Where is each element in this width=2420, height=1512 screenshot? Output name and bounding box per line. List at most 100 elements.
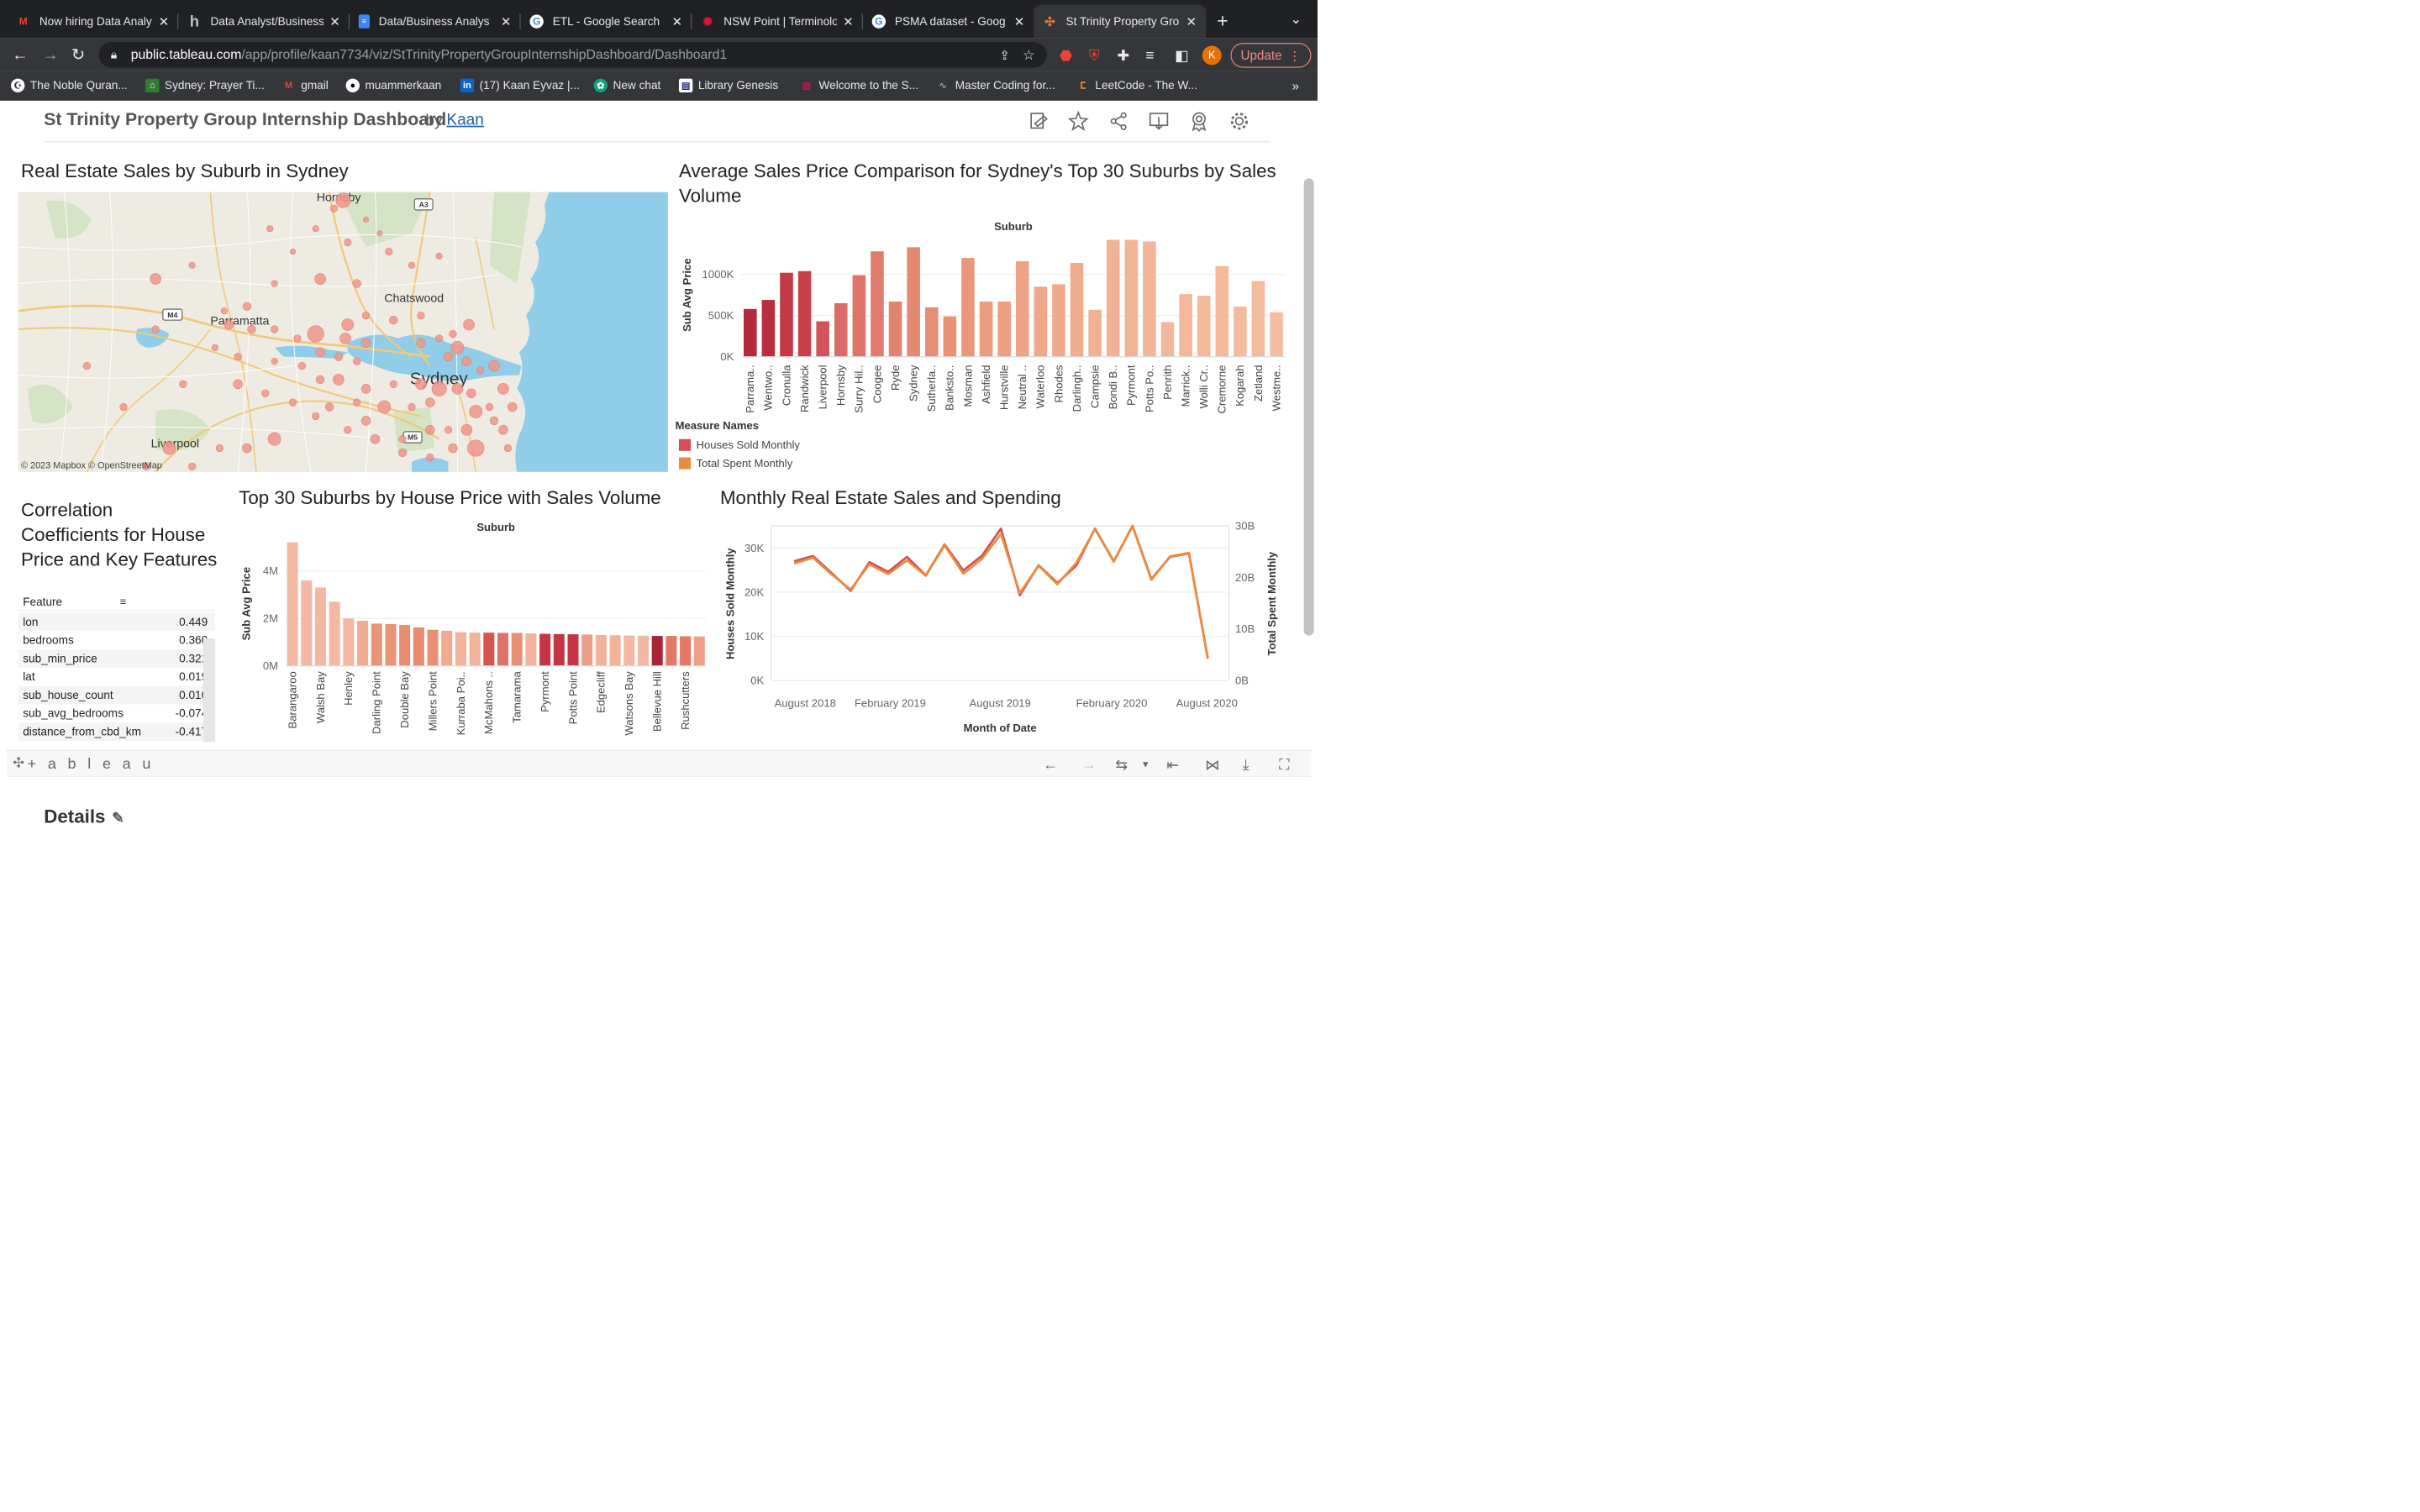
suburb-bubble[interactable] <box>242 302 252 311</box>
suburb-bubble[interactable] <box>266 225 274 233</box>
close-icon[interactable]: ✕ <box>843 14 854 29</box>
suburb-bubble[interactable] <box>233 379 243 390</box>
browser-tab[interactable]: ✺ NSW Point | Terminolo ✕ <box>692 4 863 38</box>
suburb-bubble[interactable] <box>271 358 278 365</box>
suburb-bubble[interactable] <box>463 318 475 331</box>
bar[interactable] <box>497 633 509 666</box>
browser-tab-active[interactable]: ✣ St Trinity Property Gro ✕ <box>1034 4 1207 39</box>
bar[interactable] <box>961 258 975 357</box>
bar[interactable] <box>314 587 326 666</box>
bar[interactable] <box>1070 262 1084 357</box>
suburb-bubble[interactable] <box>247 324 256 334</box>
bar[interactable] <box>427 629 439 666</box>
suburb-bubble[interactable] <box>408 261 416 269</box>
suburb-bubble[interactable] <box>443 351 454 362</box>
bar[interactable] <box>797 270 812 357</box>
suburb-bubble[interactable] <box>353 357 361 365</box>
close-icon[interactable]: ✕ <box>159 14 170 29</box>
bar[interactable] <box>329 601 340 666</box>
suburb-bubble[interactable] <box>267 432 281 446</box>
bookmark-item[interactable]: ☪ The Noble Quran... <box>11 78 128 92</box>
bar[interactable] <box>1034 286 1048 357</box>
suburb-bubble[interactable] <box>417 312 425 320</box>
address-bar[interactable]: 🔒︎ public.tableau.com/app/profile/kaan77… <box>98 42 1047 68</box>
bar[interactable] <box>761 300 776 357</box>
bar[interactable] <box>357 620 369 666</box>
suburb-bubble[interactable] <box>314 273 326 285</box>
suburb-bubble[interactable] <box>398 435 407 444</box>
suburb-bubble[interactable] <box>363 216 370 223</box>
bar[interactable] <box>483 633 495 666</box>
table-row[interactable]: sub_house_count 0.010 <box>18 685 215 705</box>
bar[interactable] <box>680 636 692 666</box>
bar[interactable] <box>581 634 593 666</box>
browser-tab[interactable]: h Data Analyst/Business ✕ <box>178 4 350 38</box>
avg-price-chart[interactable]: Suburb 0K 500K 1000K Sub Avg Price Parrama.. W… <box>672 215 1290 475</box>
suburb-bubble[interactable] <box>397 448 408 458</box>
fullscreen-icon[interactable]: ⛶ <box>1279 756 1289 774</box>
suburb-bubble[interactable] <box>333 374 345 386</box>
bookmark-item[interactable]: ▤ Library Genesis <box>678 78 778 92</box>
suburb-bubble[interactable] <box>151 325 160 333</box>
bar[interactable] <box>1124 239 1139 357</box>
update-button[interactable]: Update ⋮ <box>1230 43 1312 68</box>
suburb-bubble[interactable] <box>234 353 242 361</box>
suburb-bubble[interactable] <box>503 444 512 453</box>
bar[interactable] <box>567 634 579 666</box>
suburb-bubble[interactable] <box>211 344 218 351</box>
bar[interactable] <box>693 636 705 666</box>
first-icon[interactable]: ⇤ <box>1166 756 1179 774</box>
chevron-down-icon[interactable]: ⌄ <box>1290 11 1302 27</box>
suburb-bubble[interactable] <box>385 247 393 256</box>
suburb-bubble[interactable] <box>466 388 476 398</box>
suburb-bubble[interactable] <box>188 462 197 470</box>
bar[interactable] <box>816 321 829 357</box>
top30-chart[interactable]: Suburb 0M 2M 4M Sub Avg Price Barangaroo Walsh… <box>238 517 713 745</box>
legend-swatch[interactable] <box>678 438 692 451</box>
bar[interactable] <box>637 635 650 666</box>
bar[interactable] <box>1215 265 1229 357</box>
suburb-bubble[interactable] <box>242 443 252 454</box>
close-icon[interactable]: ✕ <box>672 14 683 29</box>
star-icon[interactable] <box>1067 110 1089 132</box>
suburb-bubble[interactable] <box>416 338 426 349</box>
bar[interactable] <box>609 635 621 666</box>
bar[interactable] <box>1143 241 1156 357</box>
share-icon[interactable]: ⇪ <box>999 47 1010 62</box>
author-link[interactable]: Kaan <box>446 111 484 129</box>
browser-tab[interactable]: G PSMA dataset - Goog ✕ <box>863 4 1034 38</box>
suburb-bubble[interactable] <box>425 397 435 407</box>
corr-scrollbar[interactable] <box>203 638 215 743</box>
adblock-icon[interactable]: ⬣ <box>1060 47 1072 65</box>
bar[interactable] <box>834 302 848 357</box>
suburb-bubble[interactable] <box>150 273 161 285</box>
suburb-bubble[interactable] <box>315 375 325 385</box>
suburb-bubble[interactable] <box>449 329 457 339</box>
suburb-bubble[interactable] <box>435 334 444 343</box>
bar[interactable] <box>1052 284 1065 357</box>
suburb-bubble[interactable] <box>289 248 296 255</box>
bar[interactable] <box>511 633 523 666</box>
bar[interactable] <box>539 633 551 666</box>
sidepanel-icon[interactable]: ◧ <box>1175 47 1188 65</box>
suburb-bubble[interactable] <box>476 366 485 375</box>
download-icon[interactable]: ⤓ <box>1243 756 1249 774</box>
bookmark-item[interactable]: ∿ Master Coding for... <box>936 79 1055 92</box>
suburb-bubble[interactable] <box>488 360 500 372</box>
suburb-bubble[interactable] <box>188 261 196 269</box>
monthly-chart[interactable]: 0K 10K 20K 30K 0B 10B 20B 30B Houses Sold Monthl… <box>717 517 1307 736</box>
bar[interactable] <box>997 302 1011 357</box>
new-tab-icon[interactable]: + <box>1217 10 1228 32</box>
bar[interactable] <box>1270 312 1283 357</box>
edit-icon[interactable] <box>1028 111 1050 132</box>
suburb-bubble[interactable] <box>220 307 228 315</box>
table-row[interactable]: sub_avg_bedrooms -0.074 <box>18 704 215 723</box>
download-icon[interactable] <box>1149 111 1170 132</box>
bookmark-item[interactable]: ✿ New chat <box>593 78 660 92</box>
suburb-bubble[interactable] <box>469 405 483 418</box>
suburb-bubble[interactable] <box>271 325 279 333</box>
suburb-bubble[interactable] <box>344 426 352 434</box>
bar[interactable] <box>371 623 382 666</box>
forward-icon[interactable]: → <box>42 45 59 64</box>
suburb-bubble[interactable] <box>352 279 361 288</box>
